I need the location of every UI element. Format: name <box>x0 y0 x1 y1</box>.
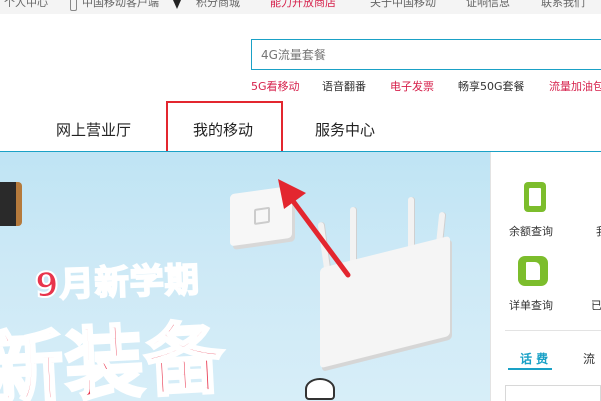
balance-query-label[interactable]: 余额查询 <box>509 223 553 239</box>
hot-link-50g-plan[interactable]: 畅享50G套餐 <box>458 78 525 94</box>
open-capability-store-link[interactable]: 能力开放商店 <box>270 0 336 10</box>
tab-phone-bill[interactable]: 话 费 <box>520 350 548 367</box>
hot-link-e-invoice[interactable]: 电子发票 <box>390 78 434 94</box>
client-app-link[interactable]: 中国移动客户端 <box>82 0 159 10</box>
personal-center-link[interactable]: 个人中心 <box>4 0 48 10</box>
hot-link-5g[interactable]: 5G看移动 <box>251 78 300 94</box>
tab-data[interactable]: 流 <box>583 350 595 367</box>
promo-banner[interactable]: 9月新学期 新装备 <box>0 152 490 401</box>
certificate-info-link[interactable]: 证响信息 <box>466 0 510 10</box>
partial-action-label[interactable]: 我 <box>596 223 601 239</box>
detail-sheet-icon[interactable] <box>518 256 548 286</box>
top-utility-bar: 个人中心 中国移动客户端 积分商城 能力开放商店 关于中国移动 证响信息 联系我… <box>0 0 601 14</box>
banner-headline-big: 新装备 <box>0 312 229 401</box>
recharge-number-field[interactable] <box>505 385 601 401</box>
about-china-mobile-link[interactable]: 关于中国移动 <box>370 0 436 10</box>
red-arrow-annotation <box>278 179 351 278</box>
points-mall-link[interactable]: 积分商城 <box>196 0 240 10</box>
speaker-device-image <box>0 182 22 226</box>
nav-service-center[interactable]: 服务中心 <box>315 119 375 140</box>
robot-toy-image <box>305 378 335 400</box>
sidebar-divider <box>505 330 601 331</box>
active-tab-underline <box>508 368 552 370</box>
mobile-phone-icon <box>70 0 77 11</box>
search-box[interactable] <box>251 39 601 70</box>
nav-online-hall[interactable]: 网上营业厅 <box>56 119 131 140</box>
balance-card-icon[interactable] <box>524 182 546 212</box>
search-input[interactable] <box>252 40 601 69</box>
hot-link-voice-double[interactable]: 语音翻番 <box>322 78 366 94</box>
detail-query-label[interactable]: 详单查询 <box>509 297 553 313</box>
partial-action-label[interactable]: 已 <box>591 297 601 313</box>
hot-link-data-addon[interactable]: 流量加油包 <box>549 78 601 94</box>
contact-us-link[interactable]: 联系我们 <box>541 0 585 10</box>
mouse-cursor-icon <box>173 0 181 9</box>
